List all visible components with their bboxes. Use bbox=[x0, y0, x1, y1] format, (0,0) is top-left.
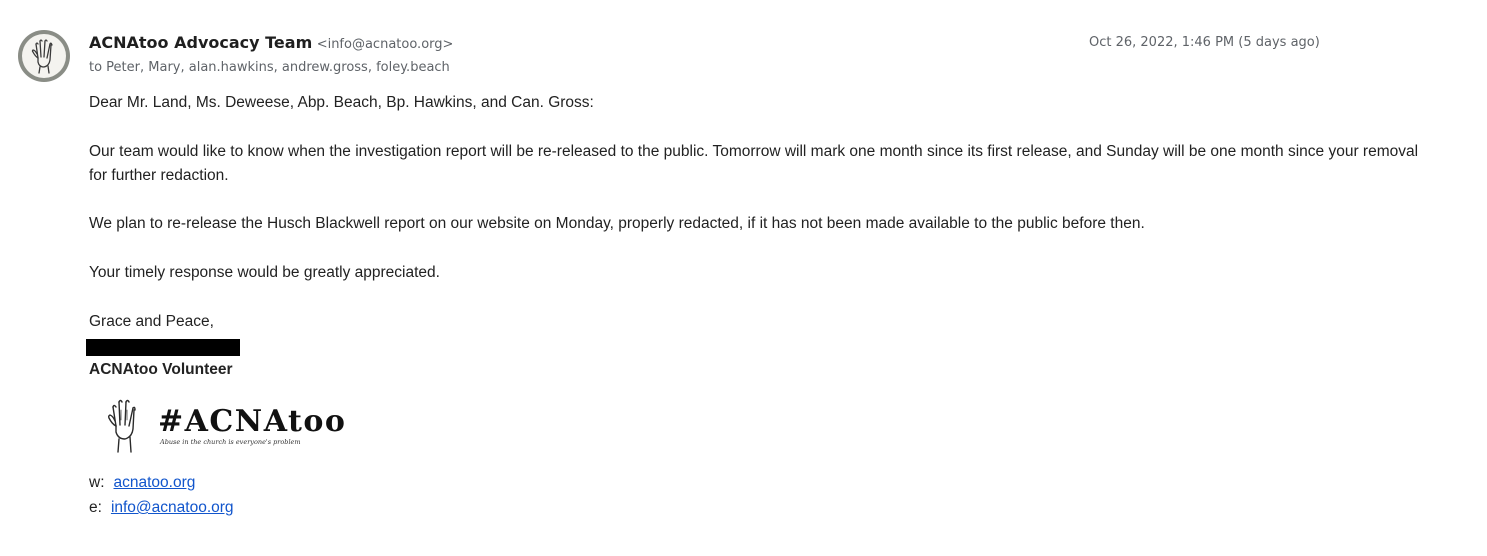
logo-wordmark: #ACNAtoo bbox=[158, 404, 347, 439]
email-paragraph-1: Our team would like to know when the inv… bbox=[89, 143, 1419, 184]
redacted-signature-name bbox=[86, 339, 240, 356]
signature-website-line: w: acnatoo.org bbox=[89, 471, 195, 495]
sender-name[interactable]: ACNAtoo Advocacy Team bbox=[89, 33, 312, 52]
sender-email: <info@acnatoo.org> bbox=[316, 37, 454, 52]
sender-avatar[interactable] bbox=[18, 30, 70, 82]
raised-hand-icon bbox=[22, 34, 66, 78]
message-timestamp[interactable]: Oct 26, 2022, 1:46 PM (5 days ago) bbox=[1089, 35, 1320, 50]
recipients-line[interactable]: to Peter, Mary, alan.hawkins, andrew.gro… bbox=[89, 60, 450, 75]
logo-tagline: Abuse in the church is everyone's proble… bbox=[160, 438, 301, 446]
email-link[interactable]: info@acnatoo.org bbox=[111, 499, 234, 516]
email-label: e: bbox=[89, 499, 102, 516]
website-label: w: bbox=[89, 474, 105, 491]
email-closing: Grace and Peace, bbox=[89, 313, 214, 330]
email-greeting: Dear Mr. Land, Ms. Deweese, Abp. Beach, … bbox=[89, 94, 594, 111]
email-paragraph-3: Your timely response would be greatly ap… bbox=[89, 264, 440, 281]
website-link[interactable]: acnatoo.org bbox=[114, 474, 196, 491]
signature-email-line: e: info@acnatoo.org bbox=[89, 496, 234, 520]
email-paragraph-2: We plan to re-release the Husch Blackwel… bbox=[89, 215, 1145, 232]
sender-line: ACNAtoo Advocacy Team <info@acnatoo.org> bbox=[89, 33, 453, 53]
acnatoo-logo: #ACNAtoo Abuse in the church is everyone… bbox=[104, 398, 346, 454]
signature-role: ACNAtoo Volunteer bbox=[89, 361, 233, 378]
raised-hand-icon bbox=[107, 399, 136, 453]
